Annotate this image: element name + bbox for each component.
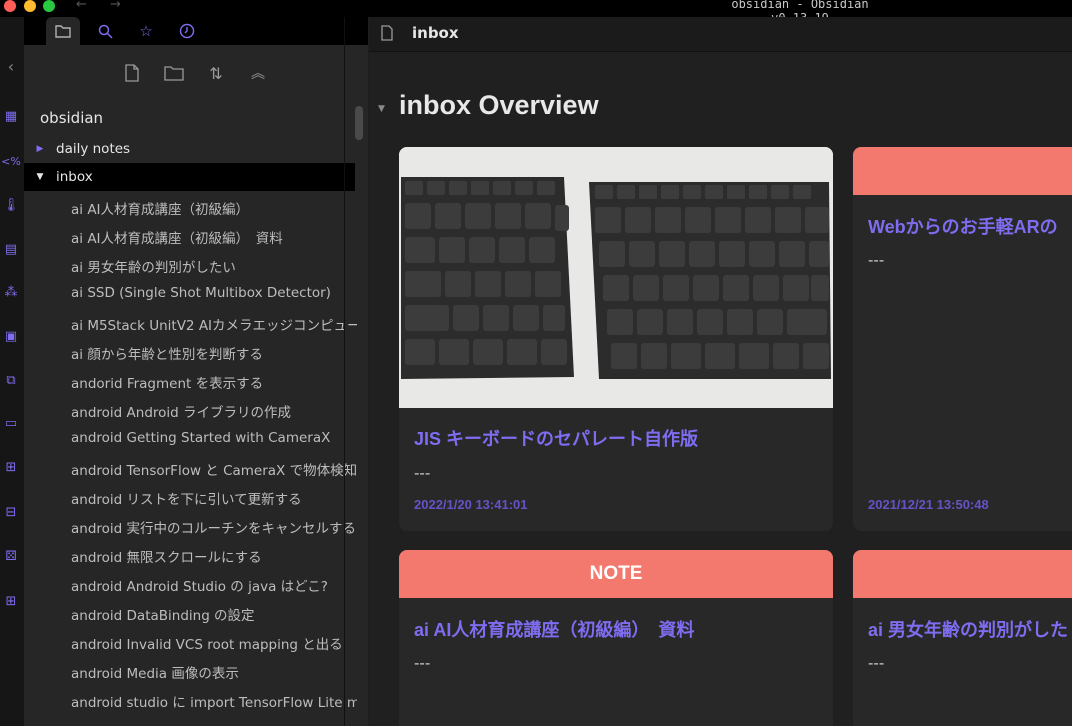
page-heading: inbox Overview [399, 90, 599, 120]
graph-icon[interactable]: ⁂ [0, 285, 22, 300]
new-note-icon [125, 64, 139, 82]
grid-icon[interactable]: ⊞ [0, 460, 22, 475]
file-item[interactable]: android studio に import TensorFlow Lite … [71, 691, 357, 711]
file-explorer: ⇅ ︽ obsidian ▶ daily notes ▼ inbox ai AI… [24, 45, 368, 726]
file-item[interactable]: android 無限スクロールにする [71, 546, 357, 566]
note-card[interactable]: Webからのお手軽ARの --- 2021/12/21 13:50:48 [853, 147, 1072, 531]
search-icon [98, 24, 113, 39]
file-item[interactable]: ai 顔から年齢と性別を判断する [71, 343, 357, 363]
inbox-icon[interactable]: ⊟ [0, 505, 22, 520]
note-card[interactable]: JIS キーボードのセパレート自作版 --- 2022/1/20 13:41:0… [399, 147, 833, 531]
star-icon: ☆ [139, 22, 153, 40]
card-separator: --- [868, 251, 885, 269]
clock-icon [179, 23, 195, 39]
close-window-button[interactable] [4, 0, 16, 12]
thermometer-icon[interactable]: 🌡 [0, 198, 22, 213]
new-folder-button[interactable] [162, 61, 186, 85]
copy-icon[interactable]: ⧉ [0, 373, 22, 388]
card-banner [853, 550, 1072, 598]
caret-down-icon: ▼ [36, 172, 44, 182]
minimize-window-button[interactable] [24, 0, 36, 12]
left-ribbon: ‹ ▦ <% 🌡 ▤ ⁂ ▣ ⧉ ▭ ⊞ ⊟ ⚄ ⊞ [0, 17, 24, 726]
folder-icon [55, 25, 71, 38]
file-item[interactable]: android リストを下に引いて更新する [71, 488, 357, 508]
file-explorer-toolbar: ⇅ ︽ [120, 61, 270, 85]
file-item[interactable]: ai AI人材育成講座（初級編） [71, 198, 357, 218]
file-item[interactable]: ai SSD (Single Shot Multibox Detector) [71, 285, 357, 301]
file-item[interactable]: ai AI人材育成講座（初級編） 資料 [71, 227, 357, 247]
collapse-all-button[interactable]: ︽ [246, 61, 270, 85]
sort-button[interactable]: ⇅ [204, 61, 228, 85]
file-item[interactable]: android 実行中のコルーチンをキャンセルする [71, 517, 357, 537]
folder-daily-notes[interactable]: ▶ daily notes [24, 135, 355, 163]
collapse-heading-icon[interactable]: ▼ [378, 104, 385, 114]
card-title[interactable]: ai 男女年齢の判別がした [868, 616, 1068, 642]
sort-icon: ⇅ [209, 63, 223, 83]
chevron-left-icon[interactable]: ‹ [0, 57, 22, 76]
card-banner-label: NOTE [589, 563, 643, 584]
sidebar-tab-header: ☆ [24, 17, 368, 45]
file-item[interactable]: android Android Studio の java はどこ? [71, 575, 357, 595]
search-tab[interactable] [88, 17, 122, 45]
note-card[interactable]: ai 男女年齢の判別がした --- [853, 550, 1072, 726]
forward-arrow-icon[interactable]: → [110, 0, 121, 12]
card-banner [853, 147, 1072, 195]
back-arrow-icon[interactable]: ← [76, 0, 87, 12]
table-icon[interactable]: ▦ [0, 109, 22, 124]
file-item[interactable]: android Android ライブラリの作成 [71, 401, 357, 421]
file-item[interactable]: android DataBinding の設定 [71, 604, 357, 624]
card-title[interactable]: Webからのお手軽ARの [868, 213, 1058, 239]
file-item[interactable]: android Media 画像の表示 [71, 662, 357, 682]
card-title[interactable]: JIS キーボードのセパレート自作版 [414, 425, 698, 451]
folder-label: daily notes [56, 141, 131, 157]
card-title[interactable]: ai AI人材育成講座（初級編） 資料 [414, 616, 694, 642]
file-item[interactable]: android Invalid VCS root mapping と出る [71, 633, 357, 653]
file-explorer-tab[interactable] [46, 17, 80, 45]
file-item[interactable]: andorid Fragment を表示する [71, 372, 357, 392]
note-card[interactable]: NOTE ai AI人材育成講座（初級編） 資料 --- [399, 550, 833, 726]
new-note-button[interactable] [120, 61, 144, 85]
card-separator: --- [414, 654, 431, 672]
recent-tab[interactable] [170, 17, 204, 45]
database-icon[interactable]: ⊞ [0, 594, 22, 609]
card-separator: --- [414, 464, 431, 482]
note-title[interactable]: inbox [412, 24, 459, 42]
document-icon [381, 25, 393, 45]
card-date: 2021/12/21 13:50:48 [868, 497, 989, 512]
new-folder-icon [164, 66, 184, 81]
card-separator: --- [868, 654, 885, 672]
file-item[interactable]: android Getting Started with CameraX [71, 430, 357, 446]
folder-label: inbox [56, 169, 93, 185]
zoom-window-button[interactable] [43, 0, 55, 12]
file-item[interactable]: ai 男女年齢の判別がしたい [71, 256, 357, 276]
pane-divider[interactable] [344, 17, 345, 726]
dice-icon[interactable]: ⚄ [0, 549, 22, 564]
main-pane: inbox ▼ inbox Overview JIS キーボードのセパレート自作… [369, 17, 1072, 726]
caret-right-icon: ▶ [36, 144, 44, 154]
cards-icon[interactable]: ▭ [0, 416, 22, 431]
folder-inbox[interactable]: ▼ inbox [24, 163, 355, 191]
starred-tab[interactable]: ☆ [129, 17, 163, 45]
title-bar: ← → obsidian - Obsidian v0.13.19 [0, 0, 1072, 25]
vault-name[interactable]: obsidian [40, 109, 103, 127]
card-date: 2022/1/20 13:41:01 [414, 497, 528, 512]
file-item[interactable]: android TensorFlow と CameraX で物体検知 [71, 459, 357, 479]
card-banner: NOTE [399, 550, 833, 598]
file-item[interactable]: ai M5Stack UnitV2 AIカメラエッジコンピューティング [71, 314, 357, 334]
keyboard-image [399, 147, 833, 408]
calculator-icon[interactable]: ▤ [0, 242, 22, 257]
template-icon[interactable]: <% [0, 155, 22, 168]
collapse-icon: ︽ [251, 66, 265, 82]
sidebar-scrollbar[interactable] [355, 106, 363, 140]
calendar-icon[interactable]: ▣ [0, 329, 22, 344]
view-header: inbox [369, 17, 1072, 52]
